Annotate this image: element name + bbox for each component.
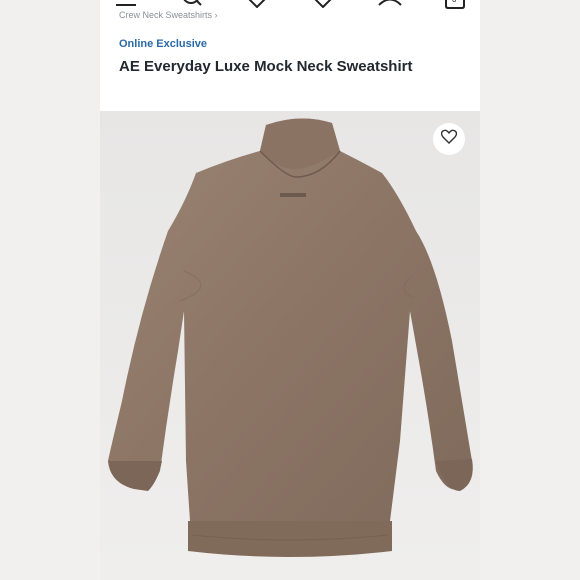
breadcrumb[interactable]: Crew Neck Sweatshirts › bbox=[119, 10, 218, 20]
product-title: AE Everyday Luxe Mock Neck Sweatshirt bbox=[119, 58, 413, 75]
product-image[interactable] bbox=[100, 111, 480, 580]
cart-count: 0 bbox=[452, 0, 456, 4]
product-page: 0 Crew Neck Sweatshirts › Online Exclusi… bbox=[100, 0, 480, 580]
favorite-button[interactable] bbox=[433, 123, 465, 155]
top-nav: 0 bbox=[100, 0, 480, 10]
heart-icon[interactable] bbox=[245, 0, 269, 13]
sweatshirt-image bbox=[100, 111, 480, 580]
bag-icon[interactable]: 0 bbox=[443, 0, 467, 15]
wishlist-icon[interactable] bbox=[311, 0, 335, 13]
right-backdrop bbox=[480, 0, 580, 580]
favorite-heart-icon bbox=[440, 129, 458, 149]
left-backdrop bbox=[0, 0, 100, 580]
online-exclusive-badge: Online Exclusive bbox=[119, 38, 208, 50]
user-icon[interactable] bbox=[376, 0, 404, 13]
